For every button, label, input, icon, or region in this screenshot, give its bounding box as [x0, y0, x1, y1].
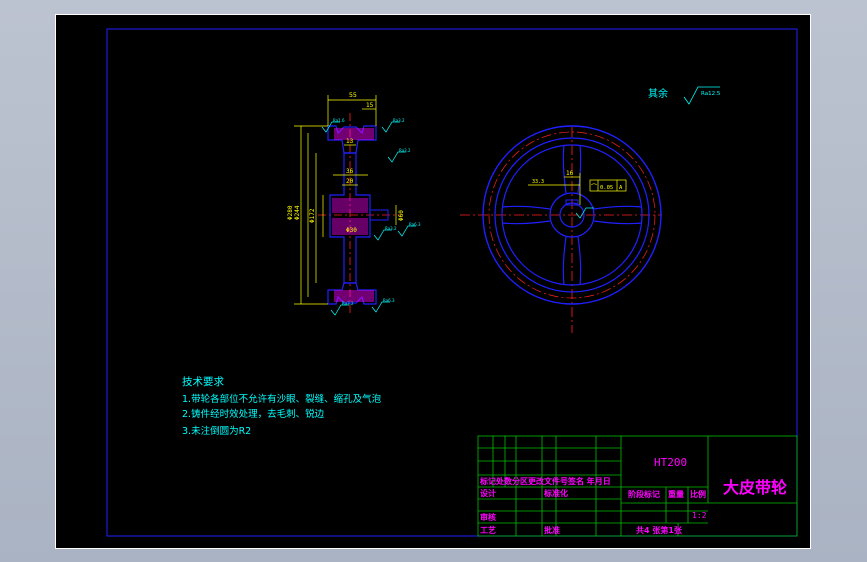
drawing-canvas: 55 15 13 36 20 Φ280 Φ244 Φ172 Φ60 Φ30 Ra…: [106, 28, 798, 537]
title-standardize: 标准化: [543, 488, 568, 498]
rim-bottom-hatch: [334, 290, 374, 302]
drawing-sheet: 55 15 13 36 20 Φ280 Φ244 Φ172 Φ60 Φ30 Ra…: [55, 14, 811, 549]
title-material: HT200: [654, 456, 687, 469]
dim-hub-dia: Φ60: [398, 210, 405, 221]
dim-width-top: 55: [349, 91, 357, 99]
title-sheets: 共4 张第1张: [636, 525, 683, 535]
dim-hub-width: 36: [346, 168, 354, 175]
title-design: 设计: [480, 488, 496, 498]
dim-groove-width: 15: [366, 102, 374, 109]
title-process: 工艺: [480, 525, 496, 535]
technical-requirements: 技术要求 1.带轮各部位不允许有沙眼、裂缝、缩孔及气泡 2.铸件经时效处理，去毛…: [182, 375, 382, 437]
title-weight-label: 重量: [668, 489, 684, 499]
drawing-frame: [106, 28, 798, 537]
svg-text:0.05: 0.05: [600, 185, 613, 191]
title-stage-label: 阶段标记: [628, 489, 660, 499]
dim-hub-inner: 20: [346, 178, 354, 185]
tech-req-item-3: 3.未注倒圆为R2: [182, 425, 251, 437]
dim-hub-left: 33.3: [532, 179, 544, 185]
dim-keyway: 16: [566, 170, 574, 177]
surface-note-label: 其余: [648, 87, 668, 100]
dim-inner-dia: Φ244: [294, 205, 301, 220]
svg-text:⌒: ⌒: [591, 184, 597, 191]
title-review: 审核: [480, 512, 496, 522]
dim-bore: Φ30: [346, 227, 357, 234]
cad-viewport: 55 15 13 36 20 Φ280 Φ244 Φ172 Φ60 Φ30 Ra…: [0, 0, 867, 562]
roughness-label-7: Ra3.2: [385, 226, 397, 231]
dim-base-dia: Φ172: [309, 208, 316, 223]
roughness-label-3: Ra6.3: [409, 222, 421, 227]
roughness-label-6: Ra6.3: [383, 298, 395, 303]
title-scale-label: 比例: [690, 489, 706, 499]
rim-top-hatch: [334, 128, 374, 140]
roughness-label-5: Ra3.2: [342, 301, 354, 306]
title-block: HT200 大皮带轮 标记处数分区更改文件号签名 年月日 设计 标准化 审核 工…: [477, 435, 798, 537]
section-view: 55 15 13 36 20 Φ280 Φ244 Φ172 Φ60 Φ30 Ra…: [287, 91, 421, 316]
roughness-label-1: Ra3.2: [393, 118, 405, 123]
front-roughness-symbol: [575, 207, 594, 219]
surface-note-roughness: Ra12.5: [701, 91, 721, 97]
svg-text:A: A: [619, 185, 623, 191]
title-part-name: 大皮带轮: [723, 478, 787, 497]
roughness-label-2: Ra3.2: [399, 148, 411, 153]
title-scale-value: 1:2: [692, 511, 707, 520]
dim-outer-dia: Φ280: [287, 205, 294, 220]
front-view: 16 33.3 ⌒ 0.05 A: [460, 125, 662, 333]
hub-upper-hatch: [332, 198, 368, 213]
title-revision-header: 标记处数分区更改文件号签名 年月日: [479, 476, 611, 486]
tech-req-item-2: 2.铸件经时效处理，去毛刺、锐边: [182, 408, 325, 420]
surface-finish-note: 其余 Ra12.5: [648, 86, 721, 105]
dim-rim-offset: 13: [346, 138, 354, 145]
roughness-label-4: Ra1.6: [333, 118, 345, 123]
tech-req-item-1: 1.带轮各部位不允许有沙眼、裂缝、缩孔及气泡: [182, 393, 382, 405]
tolerance-frame: ⌒ 0.05 A: [589, 179, 627, 192]
tech-req-heading: 技术要求: [182, 375, 224, 388]
title-approve: 批准: [544, 525, 560, 535]
